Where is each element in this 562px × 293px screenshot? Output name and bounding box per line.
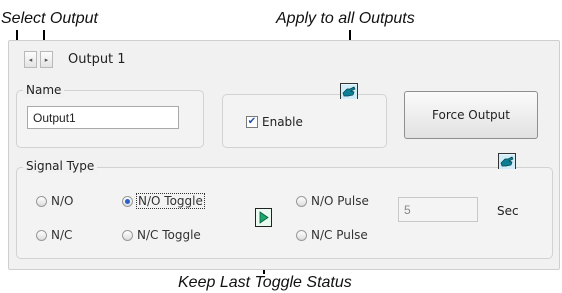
- previous-output-button[interactable]: ◂: [24, 51, 37, 68]
- radio-no-pulse-label: N/O Pulse: [311, 194, 369, 208]
- output-name-input[interactable]: [27, 106, 179, 129]
- radio-indicator: [36, 229, 47, 241]
- next-output-button[interactable]: ▸: [40, 51, 53, 68]
- play-triangle-icon: [259, 211, 269, 224]
- checkbox-check-icon: ✔: [246, 116, 258, 128]
- radio-no-label: N/O: [51, 194, 74, 208]
- pointing-hand-icon: [341, 85, 357, 99]
- radio-indicator: [36, 195, 47, 207]
- radio-nc-pulse-label: N/C Pulse: [311, 228, 368, 242]
- output-title: Output 1: [68, 52, 126, 67]
- chevron-left-icon: ◂: [28, 55, 33, 64]
- chevron-right-icon: ▸: [44, 55, 49, 64]
- select-output-callout: Select Output: [1, 10, 98, 27]
- apply-all-outputs-button[interactable]: [340, 83, 358, 99]
- pulse-duration-input[interactable]: [398, 197, 478, 222]
- name-group-legend: Name: [23, 83, 65, 97]
- radio-indicator-selected: [122, 195, 133, 207]
- radio-nc-toggle-label: N/C Toggle: [137, 228, 201, 242]
- pulse-duration-unit: Sec: [497, 204, 519, 218]
- keep-last-callout: Keep Last Toggle Status: [178, 274, 352, 291]
- enable-checkbox[interactable]: ✔ Enable: [246, 115, 303, 129]
- apply-all-signal-type-button[interactable]: [498, 153, 516, 169]
- signal-type-legend: Signal Type: [23, 159, 98, 173]
- keep-last-toggle-button[interactable]: [255, 208, 272, 227]
- radio-nc-pulse[interactable]: N/C Pulse: [296, 228, 368, 242]
- radio-no-pulse[interactable]: N/O Pulse: [296, 194, 369, 208]
- enable-label: Enable: [262, 115, 303, 129]
- radio-indicator: [296, 229, 307, 241]
- radio-no-toggle[interactable]: N/O Toggle: [122, 193, 205, 209]
- radio-nc-toggle[interactable]: N/C Toggle: [122, 228, 201, 242]
- radio-no[interactable]: N/O: [36, 194, 73, 208]
- apply-all-callout: Apply to all Outputs: [276, 10, 415, 27]
- pointing-hand-icon: [499, 155, 515, 169]
- radio-no-toggle-label: N/O Toggle: [136, 193, 205, 209]
- radio-indicator: [122, 229, 133, 241]
- radio-indicator: [296, 195, 307, 207]
- force-output-button[interactable]: Force Output: [404, 91, 538, 139]
- radio-nc-label: N/C: [51, 228, 73, 242]
- radio-nc[interactable]: N/C: [36, 228, 72, 242]
